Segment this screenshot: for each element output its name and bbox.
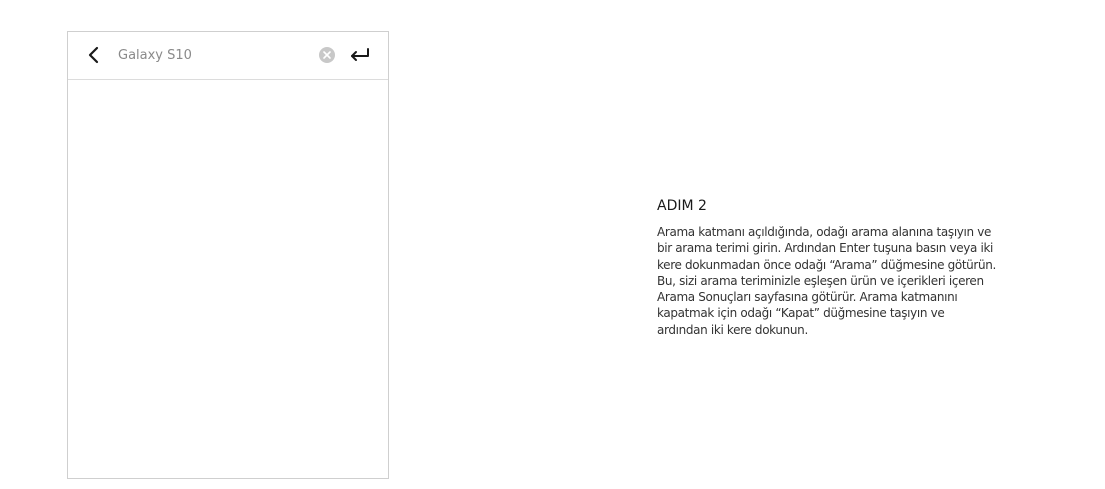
search-bar <box>68 32 388 80</box>
clear-search-button[interactable] <box>318 46 336 64</box>
back-button[interactable] <box>84 44 104 66</box>
search-input[interactable] <box>118 43 298 67</box>
step-title: ADIM 2 <box>657 198 707 214</box>
enter-button[interactable] <box>349 45 371 65</box>
step-description: Arama katmanı açıldığında, odağı arama a… <box>657 225 996 337</box>
enter-return-icon <box>351 48 369 61</box>
chevron-left-icon <box>88 46 99 64</box>
search-overlay-panel <box>67 31 389 479</box>
clear-circle-icon <box>319 47 335 63</box>
step-instructions: ADIM 2 Arama katmanı açıldığında, odağı … <box>657 197 1077 338</box>
